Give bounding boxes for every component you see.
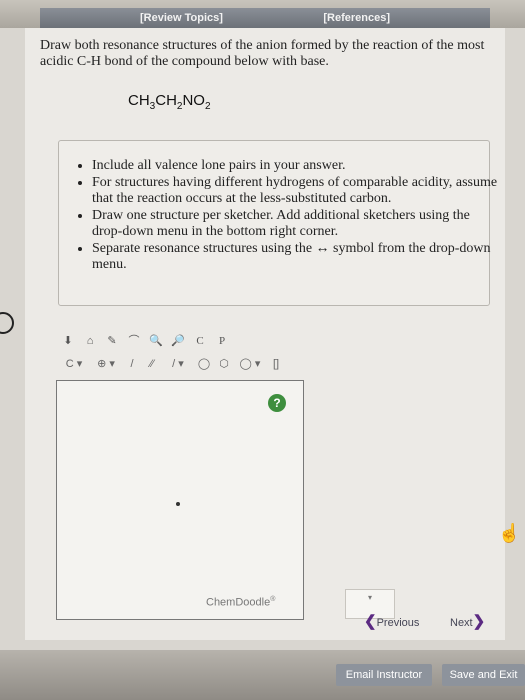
chemdoodle-brand: ChemDoodle® (206, 596, 276, 609)
instructions-list: Include all valence lone pairs in your a… (70, 158, 502, 274)
periodic-table-icon[interactable]: P (215, 334, 229, 348)
compound-formula: CH3CH2NO2 (128, 92, 211, 112)
atom-select-icon[interactable]: C ▾ (61, 357, 87, 371)
charge-icon[interactable]: ⊕ ▾ (93, 357, 119, 371)
sketcher-toolbar-top: ⬇ ⌂ ✎ ⌒ 🔍 🔎 C P (55, 330, 311, 352)
benzene-icon[interactable]: ⬡ (217, 357, 231, 371)
help-icon[interactable]: ? (268, 394, 286, 412)
previous-button[interactable]: ❮Previous (364, 612, 419, 630)
save-and-exit-button[interactable]: Save and Exit (442, 664, 525, 686)
sketcher-canvas[interactable] (56, 380, 304, 620)
edge-circle-icon (0, 312, 14, 334)
instruction-item: Draw one structure per sketcher. Add add… (92, 208, 502, 240)
template-icon[interactable]: ⌂ (83, 334, 97, 348)
instruction-item: For structures having different hydrogen… (92, 175, 502, 207)
bracket-icon[interactable]: [] (269, 357, 283, 371)
email-instructor-button[interactable]: Email Instructor (336, 664, 432, 686)
mouse-cursor-icon: ☝ (498, 523, 521, 543)
next-button[interactable]: Next❯ (450, 612, 485, 630)
zoom-out-icon[interactable]: 🔎 (171, 334, 185, 348)
review-topics-link[interactable]: [Review Topics] (140, 12, 223, 24)
question-text: Draw both resonance structures of the an… (40, 38, 485, 69)
chevron-right-icon: ❯ (472, 613, 486, 630)
clean-icon[interactable]: C (193, 334, 207, 348)
chevron-left-icon: ❮ (364, 613, 377, 630)
lasso-icon[interactable]: ⌒ (127, 334, 141, 348)
references-link[interactable]: [References] (323, 12, 390, 24)
ring-icon[interactable]: ◯ (197, 357, 211, 371)
zoom-in-icon[interactable]: 🔍 (149, 334, 163, 348)
bond-dropdown-icon[interactable]: / ▾ (165, 357, 191, 371)
instruction-item: Separate resonance structures using the … (92, 241, 502, 273)
ring-dropdown-icon[interactable]: ◯ ▾ (237, 357, 263, 371)
eraser-icon[interactable]: ✎ (105, 334, 119, 348)
canvas-dot (176, 502, 180, 506)
instruction-item: Include all valence lone pairs in your a… (92, 158, 502, 174)
double-bond-icon[interactable]: ⁄⁄ (145, 357, 159, 371)
single-bond-icon[interactable]: / (125, 357, 139, 371)
top-bar: [Review Topics] [References] (0, 0, 525, 28)
top-nav: [Review Topics] [References] (40, 8, 490, 28)
clear-icon[interactable]: ⬇ (61, 334, 75, 348)
sketcher-toolbar-bottom: C ▾ ⊕ ▾ / ⁄⁄ / ▾ ◯ ⬡ ◯ ▾ [] (55, 354, 331, 374)
